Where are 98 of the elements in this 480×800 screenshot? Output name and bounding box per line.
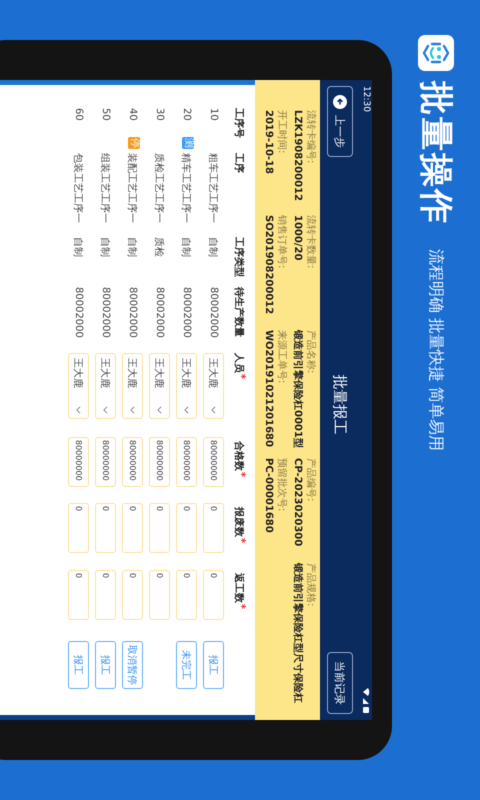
required-icon (241, 472, 246, 477)
required-icon (241, 604, 246, 609)
info-value: SO201908200012 (262, 215, 275, 316)
rework-input[interactable]: 0 (203, 570, 224, 620)
column-header: 工序类型 (232, 237, 246, 277)
step-number: 10 (208, 108, 219, 121)
info-label: 产品规格: (304, 563, 316, 608)
step-number: 50 (100, 108, 111, 121)
pending-quantity: 80002000 (100, 287, 111, 338)
poster-tagline: 流程明确 批量快捷 简单易用 (426, 249, 446, 452)
qualified-input[interactable]: 80000000 (95, 437, 116, 487)
step-type: 自制 (180, 237, 192, 257)
person-dropdown[interactable]: 王大鹿 (203, 353, 224, 419)
rework-input[interactable]: 0 (122, 570, 143, 620)
info-label: 流转卡数量: (304, 215, 316, 270)
person-dropdown[interactable]: 王大鹿 (149, 353, 170, 419)
step-type: 自制 (72, 237, 84, 257)
pending-quantity: 80002000 (208, 287, 219, 338)
qualified-input[interactable]: 80000000 (68, 437, 89, 487)
scrap-input[interactable]: 0 (68, 503, 89, 553)
step-type: 自制 (208, 237, 218, 257)
step-name: 粗车工艺工序一 (208, 153, 218, 223)
chevron-down-icon (157, 406, 162, 414)
column-header: 待生产数量 (232, 287, 246, 337)
step-number: 60 (73, 108, 84, 121)
rework-input[interactable]: 0 (176, 570, 197, 620)
required-icon (241, 374, 246, 379)
step-type: 质检 (154, 237, 164, 257)
app-logo-icon (418, 35, 454, 71)
row-action-button[interactable]: 报工 (95, 641, 116, 689)
chevron-down-icon (76, 406, 81, 414)
column-header: 返工数 (232, 573, 246, 603)
step-name: 质检工艺工序一 (154, 153, 164, 223)
pending-quantity: 80002000 (154, 287, 165, 338)
person-dropdown[interactable]: 王大鹿 (176, 353, 197, 419)
chevron-down-icon (211, 406, 216, 414)
qualified-input[interactable]: 80000000 (176, 437, 197, 487)
pending-quantity: 80002000 (127, 287, 138, 338)
page-title: 批量报工 (330, 374, 350, 434)
scrap-input[interactable]: 0 (122, 503, 143, 553)
step-name: 精车工艺工序一 (180, 153, 192, 223)
info-label: 产品名称: (304, 330, 316, 376)
step-type: 自制 (126, 237, 138, 257)
step-number: 30 (154, 108, 165, 121)
chevron-down-icon (130, 406, 135, 414)
info-label: 来源工单号: (275, 330, 287, 386)
info-label: 开工时间: (275, 110, 287, 156)
column-header: 工序号 (232, 108, 246, 138)
info-label: 预留批次号: (275, 458, 287, 514)
info-value: 2019-10-18 (262, 110, 275, 176)
column-header: 工序 (232, 153, 246, 173)
pending-quantity: 80002000 (181, 287, 192, 338)
row-action-button[interactable]: 取消暂停 (122, 641, 143, 689)
scrap-input[interactable]: 0 (203, 503, 224, 553)
chevron-down-icon (184, 406, 189, 414)
step-number: 20 (181, 108, 192, 121)
info-value: 锻造前引擎保险杠0001型 (291, 330, 304, 450)
info-value: WO20191021201680 (262, 330, 275, 449)
scrap-input[interactable]: 0 (176, 503, 197, 553)
chevron-down-icon (103, 406, 108, 414)
status-badge: 停 (128, 137, 140, 149)
step-name: 装配工艺工序一 (126, 153, 138, 223)
rework-input[interactable]: 0 (68, 570, 89, 620)
records-button[interactable]: 当前记录 (327, 652, 353, 714)
info-value: 1000/20 (291, 215, 304, 262)
required-icon (241, 538, 246, 543)
info-label: 产品编号: (304, 458, 316, 504)
step-number: 40 (127, 108, 138, 121)
column-header: 报废数 (232, 507, 246, 537)
qualified-input[interactable]: 80000000 (203, 437, 224, 487)
scrap-input[interactable]: 0 (95, 503, 116, 553)
rework-input[interactable]: 0 (149, 570, 170, 620)
poster-title: 批量操作 (415, 81, 457, 225)
scrap-input[interactable]: 0 (149, 503, 170, 553)
column-header: 合格数 (232, 441, 246, 471)
rework-input[interactable]: 0 (95, 570, 116, 620)
info-value: 锻造前引擎保险杠型尺寸保险杠 (291, 563, 304, 703)
person-dropdown[interactable]: 王大鹿 (68, 353, 89, 419)
qualified-input[interactable]: 80000000 (122, 437, 143, 487)
qualified-input[interactable]: 80000000 (149, 437, 170, 487)
step-name: 组装工艺工序一 (100, 153, 110, 223)
row-action-button[interactable]: 报工 (68, 641, 89, 689)
back-button[interactable]: 上一步 (327, 86, 353, 157)
status-time: 12:30 (361, 86, 371, 112)
info-value: LZK1908200012 (291, 110, 304, 203)
info-value: PC-00001680 (262, 458, 275, 535)
info-label: 销售订单号: (275, 215, 287, 270)
info-label: 流转卡编号: (304, 110, 316, 166)
status-badge: 测 (182, 137, 194, 149)
row-action-button[interactable]: 报工 (203, 641, 224, 689)
pending-quantity: 80002000 (73, 287, 84, 338)
step-type: 自制 (100, 237, 110, 257)
column-header: 人员 (232, 353, 246, 373)
status-icons (362, 688, 370, 714)
person-dropdown[interactable]: 王大鹿 (95, 353, 116, 419)
step-name: 包装工艺工序一 (72, 153, 84, 223)
person-dropdown[interactable]: 王大鹿 (122, 353, 143, 419)
info-value: CP-2023020300 (291, 458, 304, 548)
